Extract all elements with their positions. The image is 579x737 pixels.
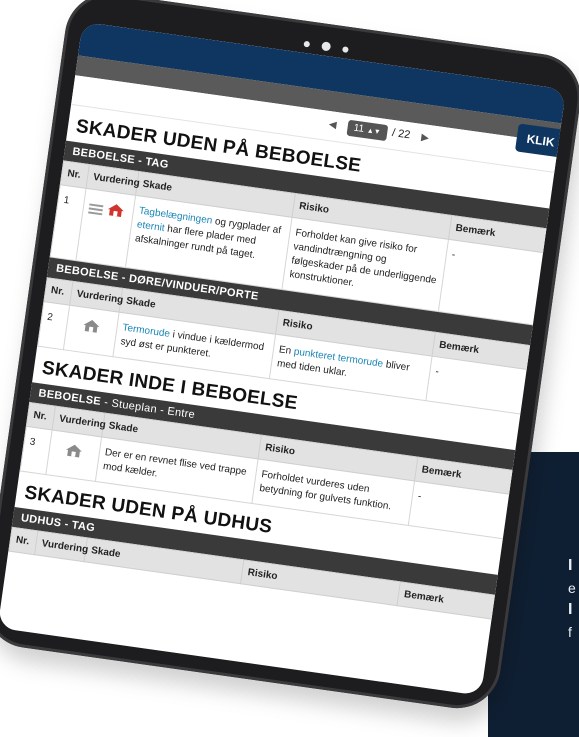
page-number-select[interactable]: 11 ▲▼ — [346, 119, 389, 142]
column-header-nr: Nr. — [60, 160, 90, 189]
prev-page-icon[interactable]: ◀ — [328, 119, 337, 131]
column-header-nr: Nr. — [43, 277, 73, 306]
tablet-screen: ◀ 11 ▲▼ / 22 ▶ KLIK SKADER UDEN PÅ BEBOEL… — [0, 21, 566, 696]
background-fragment: I — [568, 557, 573, 574]
column-header-nr: Nr. — [8, 527, 38, 555]
skade-link[interactable]: eternit — [136, 219, 165, 234]
rating-red-icon — [87, 198, 130, 225]
background-fragment: I — [568, 601, 573, 618]
page-total: / 22 — [391, 126, 412, 142]
tablet-frame: ◀ 11 ▲▼ / 22 ▶ KLIK SKADER UDEN PÅ BEBOEL… — [0, 0, 579, 714]
background-fragment: e — [568, 580, 576, 596]
tablet-mockup: ◀ 11 ▲▼ / 22 ▶ KLIK SKADER UDEN PÅ BEBOEL… — [0, 0, 579, 737]
column-header-nr: Nr. — [26, 402, 56, 430]
next-page-icon[interactable]: ▶ — [420, 132, 429, 144]
condition-report: SKADER UDEN PÅ BEBOELSE BEBOELSE - TAG Nr.… — [8, 105, 566, 624]
rating-cell — [45, 429, 102, 482]
column-header-vurdering: Vurdering — [34, 530, 89, 562]
rating-grey-icon — [71, 314, 114, 341]
rating-grey-icon — [53, 439, 96, 466]
background-text-fragments: I e I f — [568, 555, 576, 643]
rating-cell — [63, 305, 120, 357]
background-fragment: f — [568, 624, 572, 640]
